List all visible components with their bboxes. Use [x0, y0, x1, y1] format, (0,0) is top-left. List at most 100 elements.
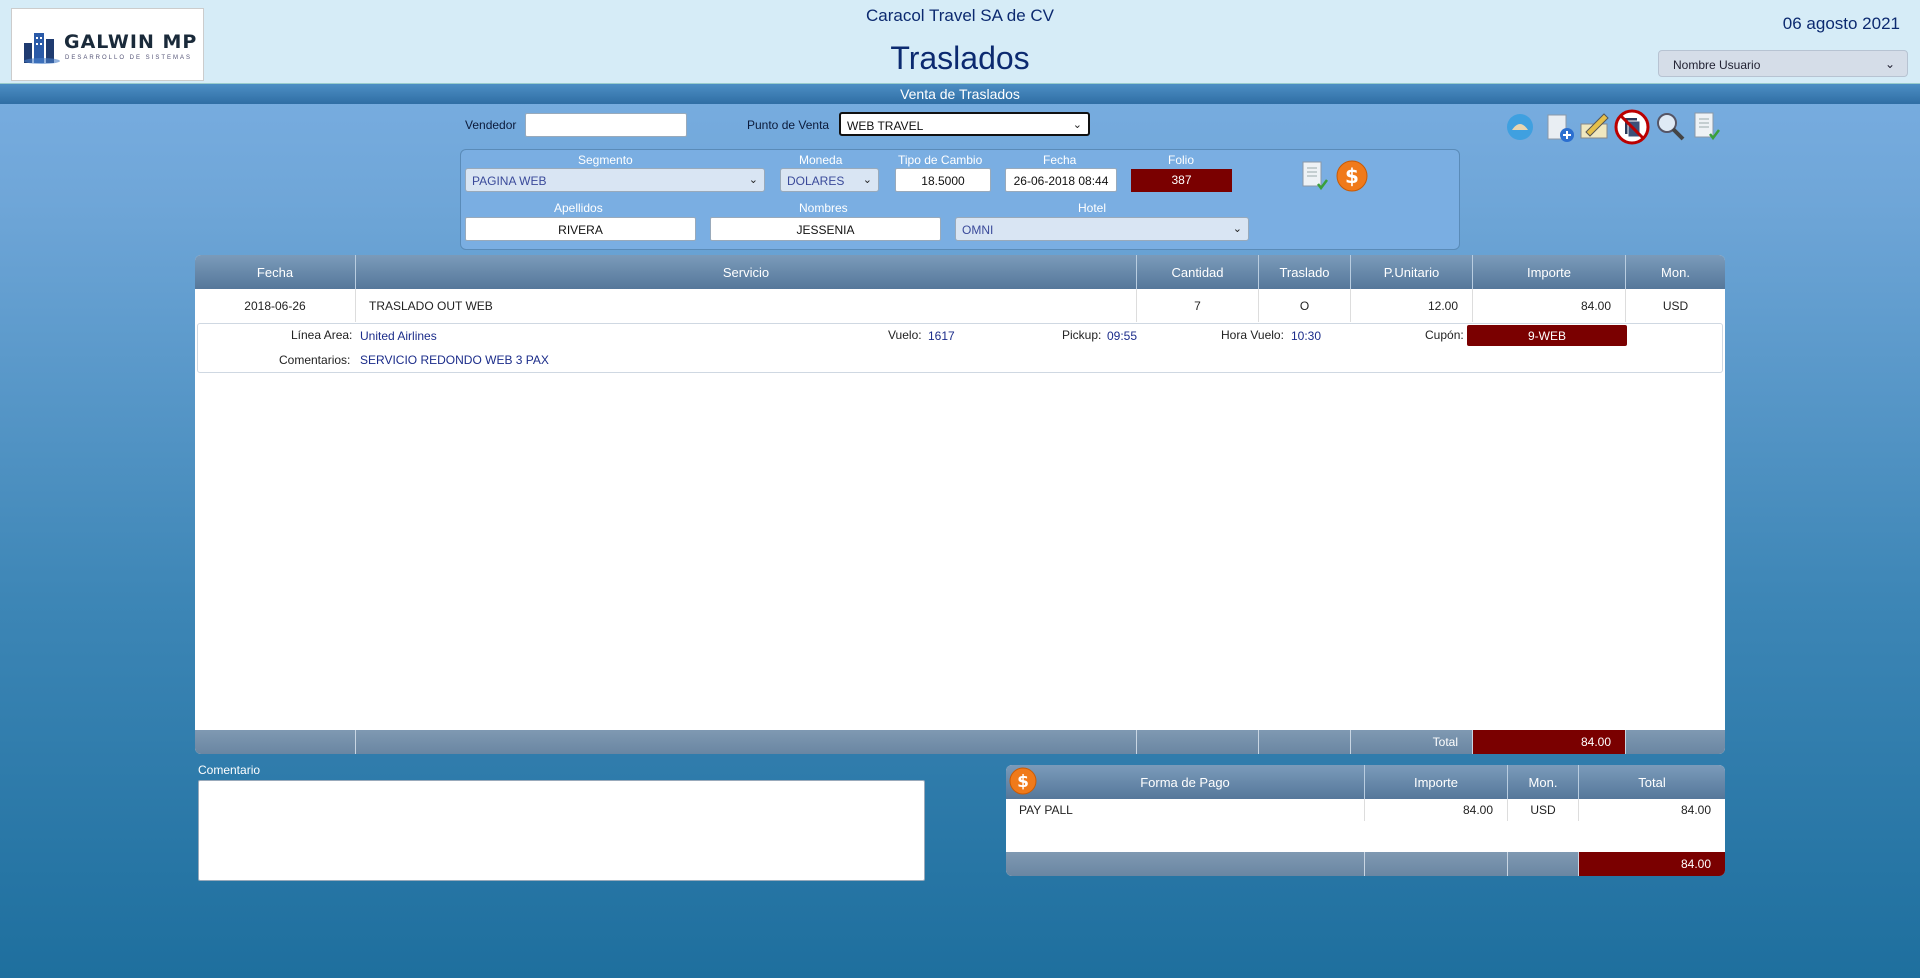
- hotel-label: Hotel: [1078, 201, 1107, 215]
- services-grid: Fecha Servicio Cantidad Traslado P.Unita…: [195, 255, 1725, 754]
- col-forma-pago-label: Forma de Pago: [1140, 775, 1230, 790]
- cupon-label: Cupón:: [1425, 328, 1464, 342]
- nombres-label: Nombres: [799, 201, 848, 215]
- col-pay-total[interactable]: Total: [1579, 765, 1725, 799]
- grid-footer: Total 84.00: [195, 730, 1725, 754]
- punto-venta-select[interactable]: WEB TRAVEL ⌄: [839, 112, 1090, 136]
- chevron-down-icon: ⌄: [1232, 223, 1242, 235]
- col-importe[interactable]: Importe: [1473, 255, 1626, 289]
- row-fecha: 2018-06-26: [195, 289, 356, 322]
- comentario-textarea[interactable]: [198, 780, 925, 881]
- comentario-label: Comentario: [198, 763, 261, 777]
- folio-value: 387: [1131, 169, 1232, 192]
- vendedor-input[interactable]: [525, 113, 687, 137]
- segmento-select[interactable]: PAGINA WEB ⌄: [465, 168, 765, 192]
- punto-venta-label: Punto de Venta: [747, 118, 830, 132]
- row-punitario: 12.00: [1351, 289, 1473, 322]
- total-label: Total: [1351, 730, 1473, 754]
- page-title: Traslados: [890, 40, 1030, 76]
- row-mon: USD: [1662, 299, 1689, 313]
- document-check-icon[interactable]: [1300, 160, 1330, 192]
- app-header: GALWIN MP DESARROLLO DE SISTEMAS Caracol…: [0, 0, 1920, 84]
- payment-grid: Forma de Pago Importe Mon. Total $ PAY P…: [1006, 765, 1725, 876]
- comentarios-value: SERVICIO REDONDO WEB 3 PAX: [360, 353, 549, 367]
- chevron-down-icon: ⌄: [862, 174, 872, 186]
- col-cantidad[interactable]: Cantidad: [1137, 255, 1259, 289]
- user-dropdown[interactable]: Nombre Usuario ⌄: [1658, 50, 1908, 77]
- moneda-label: Moneda: [799, 153, 843, 167]
- moneda-value: DOLARES: [787, 174, 845, 188]
- pay-importe: 84.00: [1365, 799, 1508, 821]
- cancel-copy-icon[interactable]: [1614, 109, 1650, 145]
- edit-pencil-icon[interactable]: [1578, 110, 1612, 144]
- pay-total: 84.00: [1680, 803, 1711, 817]
- col-servicio[interactable]: Servicio: [356, 255, 1137, 289]
- search-icon[interactable]: [1654, 110, 1686, 142]
- punto-venta-value: WEB TRAVEL: [847, 119, 924, 133]
- svg-text:$: $: [1345, 164, 1359, 188]
- row-servicio: TRASLADO OUT WEB: [356, 289, 1137, 322]
- moneda-select[interactable]: DOLARES ⌄: [780, 168, 879, 192]
- footer-cell: [1259, 730, 1351, 754]
- vendedor-label: Vendedor: [465, 118, 517, 132]
- row-traslado: O: [1259, 289, 1351, 322]
- row-cantidad: 7: [1137, 289, 1259, 322]
- col-forma-pago[interactable]: Forma de Pago: [1006, 765, 1365, 799]
- company-name: Caracol Travel SA de CV: [865, 6, 1055, 25]
- col-fecha[interactable]: Fecha: [195, 255, 356, 289]
- nombres-input[interactable]: JESSENIA: [710, 217, 941, 241]
- hora-vuelo-label: Hora Vuelo:: [1221, 328, 1284, 342]
- col-mon[interactable]: Mon.: [1626, 255, 1725, 289]
- cloud-icon[interactable]: [1506, 113, 1534, 141]
- col-pay-mon[interactable]: Mon.: [1508, 765, 1579, 799]
- row-detail: Línea Area: United Airlines Vuelo: 1617 …: [197, 323, 1723, 373]
- dollar-payment-icon[interactable]: $: [1009, 767, 1037, 795]
- payment-footer: 84.00: [1006, 852, 1725, 876]
- fecha-input[interactable]: 26-06-2018 08:44: [1005, 168, 1117, 192]
- footer-cell: [195, 730, 356, 754]
- section-bar: Venta de Traslados: [0, 84, 1920, 104]
- tipo-cambio-input[interactable]: 18.5000: [895, 168, 991, 192]
- pickup-label: Pickup:: [1062, 328, 1102, 342]
- cupon-value: 9-WEB: [1467, 325, 1627, 346]
- apellidos-input[interactable]: RIVERA: [465, 217, 696, 241]
- document-check-icon[interactable]: [1690, 110, 1722, 142]
- chevron-down-icon: ⌄: [748, 174, 758, 186]
- vuelo-value: 1617: [928, 329, 955, 343]
- svg-text:$: $: [1017, 772, 1029, 792]
- new-document-icon[interactable]: [1544, 112, 1576, 144]
- payment-total-value: 84.00: [1579, 852, 1725, 876]
- apellidos-label: Apellidos: [554, 201, 603, 215]
- linea-area-value: United Airlines: [360, 329, 437, 343]
- segmento-label: Segmento: [578, 153, 633, 167]
- footer-cell: [356, 730, 1137, 754]
- folio-label: Folio: [1168, 153, 1195, 167]
- col-punitario[interactable]: P.Unitario: [1351, 255, 1473, 289]
- col-traslado[interactable]: Traslado: [1259, 255, 1351, 289]
- payment-header: Forma de Pago Importe Mon. Total: [1006, 765, 1725, 799]
- pay-mon: USD: [1508, 799, 1579, 821]
- row-importe: 84.00: [1473, 289, 1626, 322]
- fecha-label: Fecha: [1043, 153, 1077, 167]
- comentarios-label: Comentarios:: [279, 353, 351, 367]
- hora-vuelo-value: 10:30: [1291, 329, 1322, 343]
- pay-forma: PAY PALL: [1006, 799, 1365, 821]
- current-date: 06 agosto 2021: [1782, 14, 1900, 33]
- chevron-down-icon: ⌄: [1884, 57, 1895, 71]
- col-pay-importe[interactable]: Importe: [1365, 765, 1508, 799]
- total-value: 84.00: [1473, 730, 1626, 754]
- grid-header: Fecha Servicio Cantidad Traslado P.Unita…: [195, 255, 1725, 289]
- hotel-select[interactable]: OMNI ⌄: [955, 217, 1249, 241]
- chevron-down-icon: ⌄: [1072, 119, 1082, 131]
- footer-cell: [1006, 852, 1365, 876]
- footer-cell: [1365, 852, 1508, 876]
- vuelo-label: Vuelo:: [888, 328, 922, 342]
- hotel-value: OMNI: [962, 223, 994, 237]
- dollar-payment-icon[interactable]: $: [1336, 160, 1368, 192]
- linea-area-label: Línea Area:: [291, 328, 353, 342]
- segmento-value: PAGINA WEB: [472, 174, 547, 188]
- footer-cell: [1508, 852, 1579, 876]
- footer-cell: [1137, 730, 1259, 754]
- tipo-cambio-label: Tipo de Cambio: [898, 153, 983, 167]
- footer-cell: [1626, 730, 1725, 754]
